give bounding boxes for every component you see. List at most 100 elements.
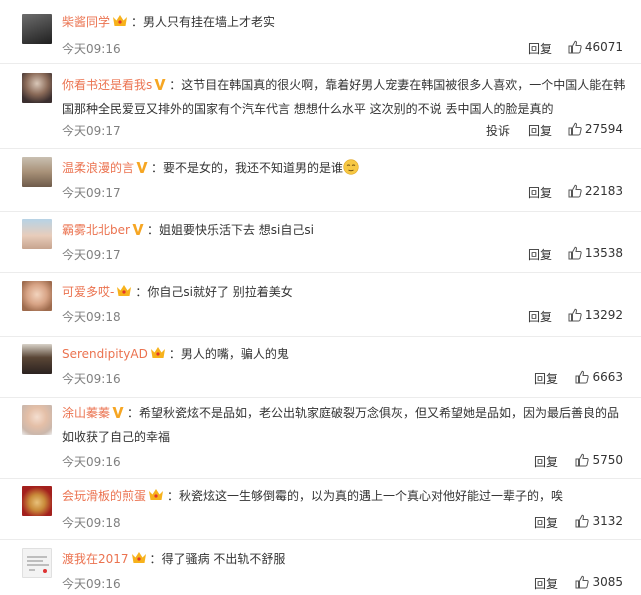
crown-member-icon	[150, 345, 166, 367]
comment-content: 男人只有挂在墙上才老实	[143, 15, 276, 29]
report-button[interactable]: 投诉	[486, 122, 510, 139]
comment-item: 温柔浪漫的言 ：要不是女的，我还不知道男的是谁 今天09:17 回复 22183	[0, 149, 641, 211]
username-link[interactable]: 渡我在2017	[62, 552, 129, 566]
comment-time: 今天09:16	[62, 42, 121, 56]
comment-content: 希望秋瓷炫不是品如，老公出轨家庭破裂万念俱灰，但又希望她是品如，因为最后善良的品…	[62, 406, 620, 444]
comment-item: 渡我在2017 ：得了骚病 不出轨不舒服 今天09:16 回复 3085	[0, 540, 641, 595]
crown-member-icon	[112, 13, 128, 35]
like-button[interactable]: 6663	[575, 370, 623, 384]
username-link[interactable]: SerendipityAD	[62, 347, 148, 361]
thumbs-up-icon	[575, 453, 590, 467]
thumbs-up-icon	[575, 575, 590, 589]
thumbs-up-icon	[575, 370, 590, 384]
like-count: 6663	[592, 370, 623, 384]
reply-button[interactable]: 回复	[534, 575, 558, 592]
like-button[interactable]: 13538	[568, 246, 623, 260]
like-count: 27594	[584, 122, 623, 136]
comment-text: 柴酱同学 ：男人只有挂在墙上才老实	[62, 11, 631, 35]
comment-text: 会玩滑板的煎蛋 ：秋瓷炫这一生够倒霉的，以为真的遇上一个真心对他好能过一辈子的，唉	[62, 485, 631, 509]
comment-content: 姐姐要快乐活下去 想si自己si	[158, 223, 314, 237]
like-button[interactable]: 46071	[568, 40, 623, 54]
thumbs-up-icon	[568, 40, 582, 54]
reply-button[interactable]: 回复	[528, 122, 552, 139]
like-button[interactable]: 3085	[575, 575, 623, 589]
comment-item: SerendipityAD ：男人的嘴，骗人的鬼 今天09:16 回复 6663	[0, 337, 641, 397]
comment-time: 今天09:16	[62, 577, 121, 591]
comment-time: 今天09:17	[62, 124, 121, 138]
comment-content: 你自己si就好了 别拉着美女	[147, 285, 293, 299]
comment-content: 秋瓷炫这一生够倒霉的，以为真的遇上一个真心对他好能过一辈子的，唉	[179, 489, 564, 503]
comment-text: 你看书还是看我s ：这节目在韩国真的很火啊，靠着好男人宠妻在韩国被很多人喜欢，一个…	[62, 76, 626, 116]
comment-time: 今天09:16	[62, 372, 121, 386]
comment-text: 霸雾北北ber ：姐姐要快乐活下去 想si自己si	[62, 219, 631, 243]
comment-item: 柴酱同学 ：男人只有挂在墙上才老实 今天09:16 回复 46071	[0, 0, 641, 63]
reply-button[interactable]: 回复	[528, 40, 552, 57]
crown-member-icon	[148, 487, 164, 509]
comment-text: 涂山蓁蓁 ：希望秋瓷炫不是品如，老公出轨家庭破裂万念俱灰，但又希望她是品如，因为最…	[62, 404, 620, 444]
like-count: 46071	[584, 40, 623, 54]
username-link[interactable]: 霸雾北北ber	[62, 223, 130, 237]
comment-item: 你看书还是看我s ：这节目在韩国真的很火啊，靠着好男人宠妻在韩国被很多人喜欢，一个…	[0, 64, 641, 148]
avatar[interactable]	[22, 486, 52, 516]
crown-member-icon	[131, 550, 147, 572]
avatar[interactable]	[22, 219, 52, 249]
username-link[interactable]: 可爱多哎-	[62, 285, 114, 299]
like-button[interactable]: 27594	[568, 122, 623, 136]
like-count: 3085	[592, 575, 623, 589]
like-button[interactable]: 5750	[575, 453, 623, 467]
v-verified-icon	[136, 159, 148, 181]
like-button[interactable]: 13292	[568, 308, 623, 322]
comment-content: 得了骚病 不出轨不舒服	[161, 552, 286, 566]
like-count: 22183	[584, 184, 623, 198]
comment-time: 今天09:18	[62, 516, 121, 530]
avatar[interactable]	[22, 73, 52, 103]
thumbs-up-icon	[575, 514, 590, 528]
comment-time: 今天09:17	[62, 186, 121, 200]
like-count: 13292	[584, 308, 623, 322]
reply-button[interactable]: 回复	[534, 453, 558, 470]
username-link[interactable]: 会玩滑板的煎蛋	[62, 489, 146, 503]
v-verified-icon	[132, 221, 144, 243]
comment-content: 要不是女的，我还不知道男的是谁	[163, 161, 344, 175]
avatar[interactable]	[22, 548, 52, 578]
avatar[interactable]	[22, 281, 52, 311]
reply-button[interactable]: 回复	[528, 184, 552, 201]
comment-text: 渡我在2017 ：得了骚病 不出轨不舒服	[62, 548, 631, 572]
comment-time: 今天09:18	[62, 310, 121, 324]
username-link[interactable]: 柴酱同学	[62, 15, 110, 29]
reply-button[interactable]: 回复	[528, 308, 552, 325]
comment-item: 涂山蓁蓁 ：希望秋瓷炫不是品如，老公出轨家庭破裂万念俱灰，但又希望她是品如，因为最…	[0, 398, 641, 478]
comment-item: 霸雾北北ber ：姐姐要快乐活下去 想si自己si 今天09:17 回复 1353…	[0, 212, 641, 272]
avatar[interactable]	[22, 405, 52, 435]
thumbs-up-icon	[568, 246, 582, 260]
reply-button[interactable]: 回复	[534, 514, 558, 531]
username-link[interactable]: 你看书还是看我s	[62, 78, 152, 92]
avatar[interactable]	[22, 14, 52, 44]
comment-text: 可爱多哎- ：你自己si就好了 别拉着美女	[62, 281, 631, 305]
username-link[interactable]: 涂山蓁蓁	[62, 406, 110, 420]
reply-button[interactable]: 回复	[528, 246, 552, 263]
comment-time: 今天09:16	[62, 455, 121, 469]
username-link[interactable]: 温柔浪漫的言	[62, 161, 134, 175]
like-button[interactable]: 22183	[568, 184, 623, 198]
v-verified-icon	[154, 76, 166, 98]
thumbs-up-icon	[568, 122, 582, 136]
crown-member-icon	[116, 283, 132, 305]
reply-button[interactable]: 回复	[534, 370, 558, 387]
comment-item: 可爱多哎- ：你自己si就好了 别拉着美女 今天09:18 回复 13292	[0, 273, 641, 336]
comment-text: SerendipityAD ：男人的嘴，骗人的鬼	[62, 343, 631, 367]
like-count: 13538	[584, 246, 623, 260]
like-count: 5750	[592, 453, 623, 467]
sleepy-face-emoji	[343, 159, 359, 175]
avatar[interactable]	[22, 344, 52, 374]
comment-time: 今天09:17	[62, 248, 121, 262]
avatar[interactable]	[22, 157, 52, 187]
comment-content: 男人的嘴，骗人的鬼	[180, 347, 289, 361]
comment-item: 会玩滑板的煎蛋 ：秋瓷炫这一生够倒霉的，以为真的遇上一个真心对他好能过一辈子的，唉…	[0, 479, 641, 539]
v-verified-icon	[112, 404, 124, 426]
thumbs-up-icon	[568, 308, 582, 322]
comment-text: 温柔浪漫的言 ：要不是女的，我还不知道男的是谁	[62, 157, 631, 181]
thumbs-up-icon	[568, 184, 582, 198]
like-button[interactable]: 3132	[575, 514, 623, 528]
avatar-scribble-icon	[27, 556, 49, 573]
